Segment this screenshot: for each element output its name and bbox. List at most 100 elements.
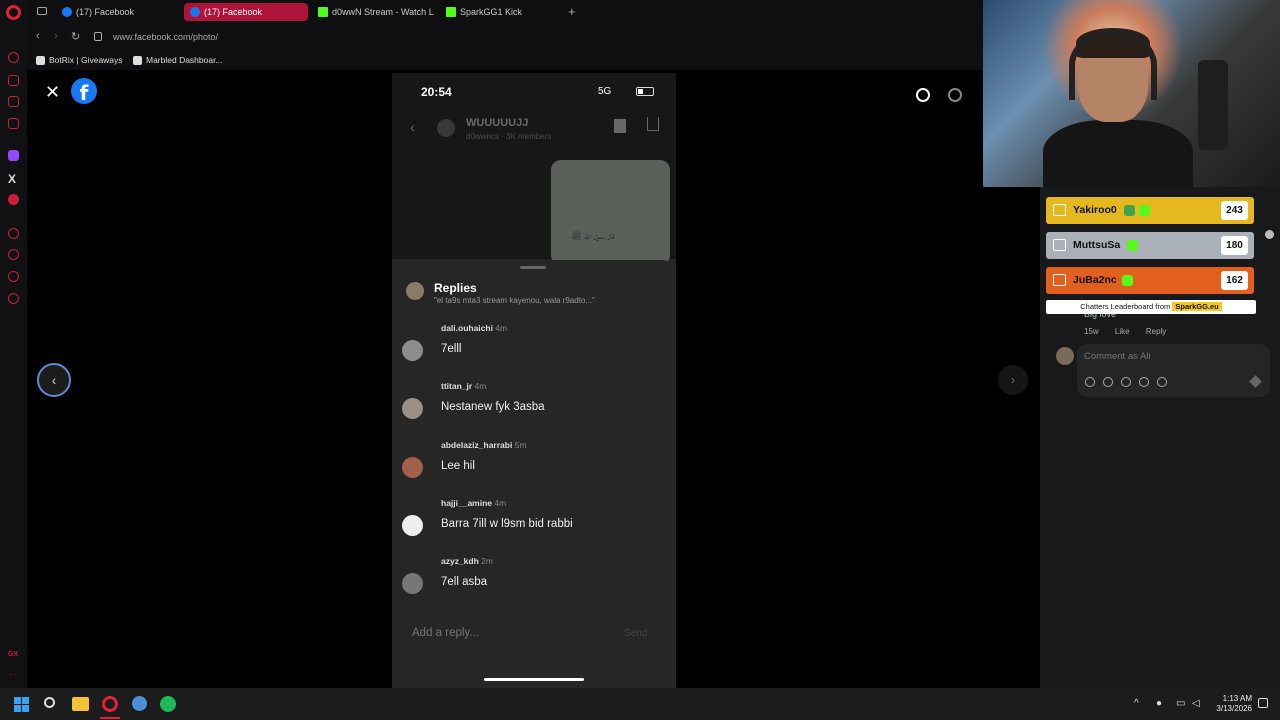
sticker-icon[interactable] [1157,377,1167,387]
camera-icon[interactable] [1121,377,1131,387]
url-field[interactable]: www.facebook.com/photo/ [113,32,218,42]
facebook-logo-icon[interactable]: f [71,78,97,105]
forward-icon[interactable]: › [54,30,58,42]
tab-label: d0wwN Stream - Watch L [332,7,434,17]
spotify-icon[interactable] [160,696,176,712]
notification-icon[interactable] [1258,698,1268,708]
sidebar-aria-icon[interactable] [8,52,19,63]
comment-tools [1085,377,1175,387]
opera-logo-icon[interactable] [6,5,21,20]
reply-input[interactable] [412,627,602,639]
leader-name: Yakiroo0 [1073,204,1117,216]
sidebar-bag-icon[interactable] [8,75,19,86]
tab-sparkgg-kick[interactable]: SparkGG1 Kick [440,3,560,21]
kick-badge-icon [1127,240,1138,251]
next-photo-button[interactable]: › [998,365,1028,395]
microphone [1198,60,1228,150]
microphone-icon[interactable]: ● [1156,698,1162,709]
active-app-indicator [100,717,120,719]
scrollbar-thumb[interactable] [1265,230,1274,239]
tab-label: SparkGG1 Kick [460,7,523,17]
tab-d0wwn-stream[interactable]: d0wwN Stream - Watch L [312,3,434,21]
system-clock[interactable]: 1:13 AM 3/13/2026 [1208,694,1252,714]
battery-icon [636,87,654,96]
comment-age: 15w [1084,327,1099,336]
bookmark-marbled[interactable]: Marbled Dashboar... [133,55,223,65]
home-indicator [484,678,584,681]
phone-screenshot: 20:54 5G ‹ WUUUUUJJ d0wwncs · 3K members… [392,73,676,688]
comment-time: 4m [495,323,508,333]
back-chevron-icon: ‹ [410,119,415,135]
tab-menu-icon[interactable] [37,7,47,15]
avatar [402,340,423,361]
sidebar-player-icon[interactable] [8,228,19,239]
file-explorer-icon[interactable] [72,697,89,711]
settings-gear-icon[interactable] [8,293,19,304]
comment-input[interactable] [1084,351,1254,362]
leader-score: 243 [1221,201,1248,220]
botrix-icon [36,55,45,65]
tab-facebook-2[interactable]: (17) Facebook [184,3,308,21]
leaderboard-row: JuBa2nc 162 [1046,267,1254,294]
facebook-photo-viewer: ✕ f ‹ › 20:54 5G ‹ WUUUUUJJ d0wwncs · 3K… [27,70,1040,688]
avatar [402,398,423,419]
like-link[interactable]: Like [1115,327,1130,336]
app-icon[interactable] [132,696,147,711]
headphones [1069,30,1157,100]
avatar [402,457,423,478]
avatar-sticker-icon[interactable] [1085,377,1095,387]
sidebar-extensions-icon[interactable] [8,271,19,282]
send-button[interactable]: Send [624,628,647,639]
x-twitter-icon[interactable]: X [8,172,16,186]
sheet-handle [520,266,546,269]
badge-icon [1124,205,1135,216]
comment-time: 4m [474,381,487,391]
back-icon[interactable]: ‹ [36,30,40,42]
streamer-body [1043,120,1193,187]
tab-facebook-1[interactable]: (17) Facebook [56,3,181,21]
clock-date: 3/13/2026 [1216,704,1252,713]
opera-gx-icon[interactable] [102,696,118,712]
phone-top-area: 20:54 5G ‹ WUUUUUJJ d0wwncs · 3K members… [392,73,676,265]
leader-name: MuttsuSa [1073,239,1121,251]
opera-sidebar: X GX ··· [0,0,27,688]
sparkgg-icon [446,7,456,17]
reply-link[interactable]: Reply [1146,327,1166,336]
sidebar-messenger-icon[interactable] [8,96,19,107]
comment-user: hajji__amine 4m [441,498,506,508]
volume-icon[interactable]: ◁ [1192,698,1200,709]
sidebar-red-icon[interactable] [8,194,19,205]
close-icon[interactable]: ✕ [45,82,60,103]
group-subtitle: d0wwncs · 3K members [466,132,552,141]
footer-brand: SparkGG.eu [1172,302,1222,311]
gif-icon[interactable] [1139,377,1149,387]
bookmark-botrix[interactable]: BotRix | Giveaways [36,55,123,65]
tab-label: (17) Facebook [204,7,263,17]
username: dali.ouhaichi [441,323,493,333]
zoom-out-icon[interactable] [948,88,962,102]
footer-prefix: Chatters Leaderboard from [1080,302,1171,311]
share-icon [647,117,659,131]
previous-photo-button[interactable]: ‹ [37,363,71,397]
network-icon[interactable]: ▭ [1176,698,1185,709]
windows-start-icon[interactable] [14,697,29,712]
sidebar-news-icon[interactable] [8,118,19,129]
more-dots-icon[interactable]: ··· [9,670,17,679]
comment-meta: 15w Like Reply [1084,327,1180,336]
send-icon[interactable] [1249,375,1262,388]
username: ttitan_jr [441,381,473,391]
new-tab-plus-icon[interactable]: + [568,4,576,19]
list-item: ttitan_jr 4m Nestanew fyk 3asba [402,381,672,431]
search-icon[interactable] [44,697,55,708]
history-icon[interactable] [8,249,19,260]
bookmark-label: BotRix | Giveaways [49,55,123,65]
twitch-icon[interactable] [8,150,19,161]
comment-text: Nestanew fyk 3asba [441,401,545,413]
reload-icon[interactable]: ↻ [71,30,80,43]
crown-icon [1053,239,1066,251]
emoji-icon[interactable] [1103,377,1113,387]
chevron-up-icon[interactable]: ^ [1134,698,1139,709]
zoom-in-icon[interactable] [916,88,930,102]
comment-box [1077,344,1270,397]
comment-user: abdelaziz_harrabi 5m [441,440,527,450]
